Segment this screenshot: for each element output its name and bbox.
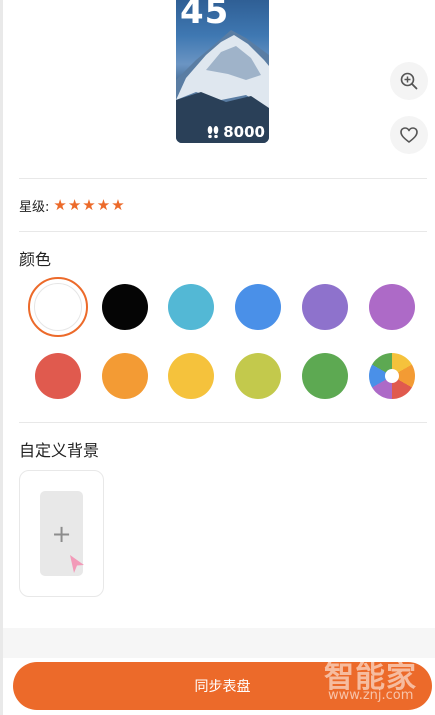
plus-icon: +	[51, 519, 72, 548]
custom-background-title: 自定义背景	[19, 441, 100, 460]
star-rating: ★ ★ ★ ★ ★	[53, 198, 124, 213]
color-swatch-blue[interactable]	[235, 284, 281, 330]
favorite-button[interactable]	[390, 116, 428, 154]
color-swatch-lime[interactable]	[235, 353, 281, 399]
sync-watchface-button[interactable]: 同步表盘	[13, 662, 432, 710]
color-swatch-green[interactable]	[302, 353, 348, 399]
rating-label: 星级:	[19, 200, 50, 215]
watch-time: 45	[180, 0, 230, 32]
star-icon: ★	[82, 196, 96, 214]
color-swatch-yellow[interactable]	[168, 353, 214, 399]
steps-value: 8000	[223, 123, 265, 141]
heart-icon	[400, 127, 418, 143]
star-icon: ★	[111, 196, 125, 214]
left-frame-edge	[0, 0, 3, 715]
footprints-icon	[207, 126, 219, 139]
pointer-cursor-icon	[70, 555, 84, 573]
zoom-button[interactable]	[390, 62, 428, 100]
swatch-center	[385, 369, 399, 383]
rating-row: 星级: ★ ★ ★ ★ ★	[19, 196, 125, 216]
sync-button-label: 同步表盘	[194, 679, 251, 695]
divider	[19, 231, 427, 232]
color-swatch-violet[interactable]	[302, 284, 348, 330]
color-swatch-black[interactable]	[102, 284, 148, 330]
colors-title: 颜色	[19, 250, 52, 269]
watch-face-preview: 45 8000	[176, 0, 269, 143]
star-icon: ★	[53, 196, 67, 214]
steps-readout: 8000	[206, 123, 265, 141]
swatch-fill	[34, 283, 82, 331]
color-swatch-white[interactable]	[28, 277, 88, 337]
color-swatch-orange[interactable]	[102, 353, 148, 399]
footer-background	[3, 628, 435, 658]
divider	[19, 178, 427, 179]
color-swatch-cyan[interactable]	[168, 284, 214, 330]
star-icon: ★	[67, 196, 82, 214]
star-icon: ★	[96, 196, 111, 214]
custom-background-card[interactable]: +	[19, 470, 104, 597]
zoom-in-icon	[400, 72, 418, 90]
color-swatch-multicolor[interactable]	[369, 353, 415, 399]
color-swatch-red[interactable]	[35, 353, 81, 399]
divider	[19, 422, 427, 423]
color-swatch-purple[interactable]	[369, 284, 415, 330]
